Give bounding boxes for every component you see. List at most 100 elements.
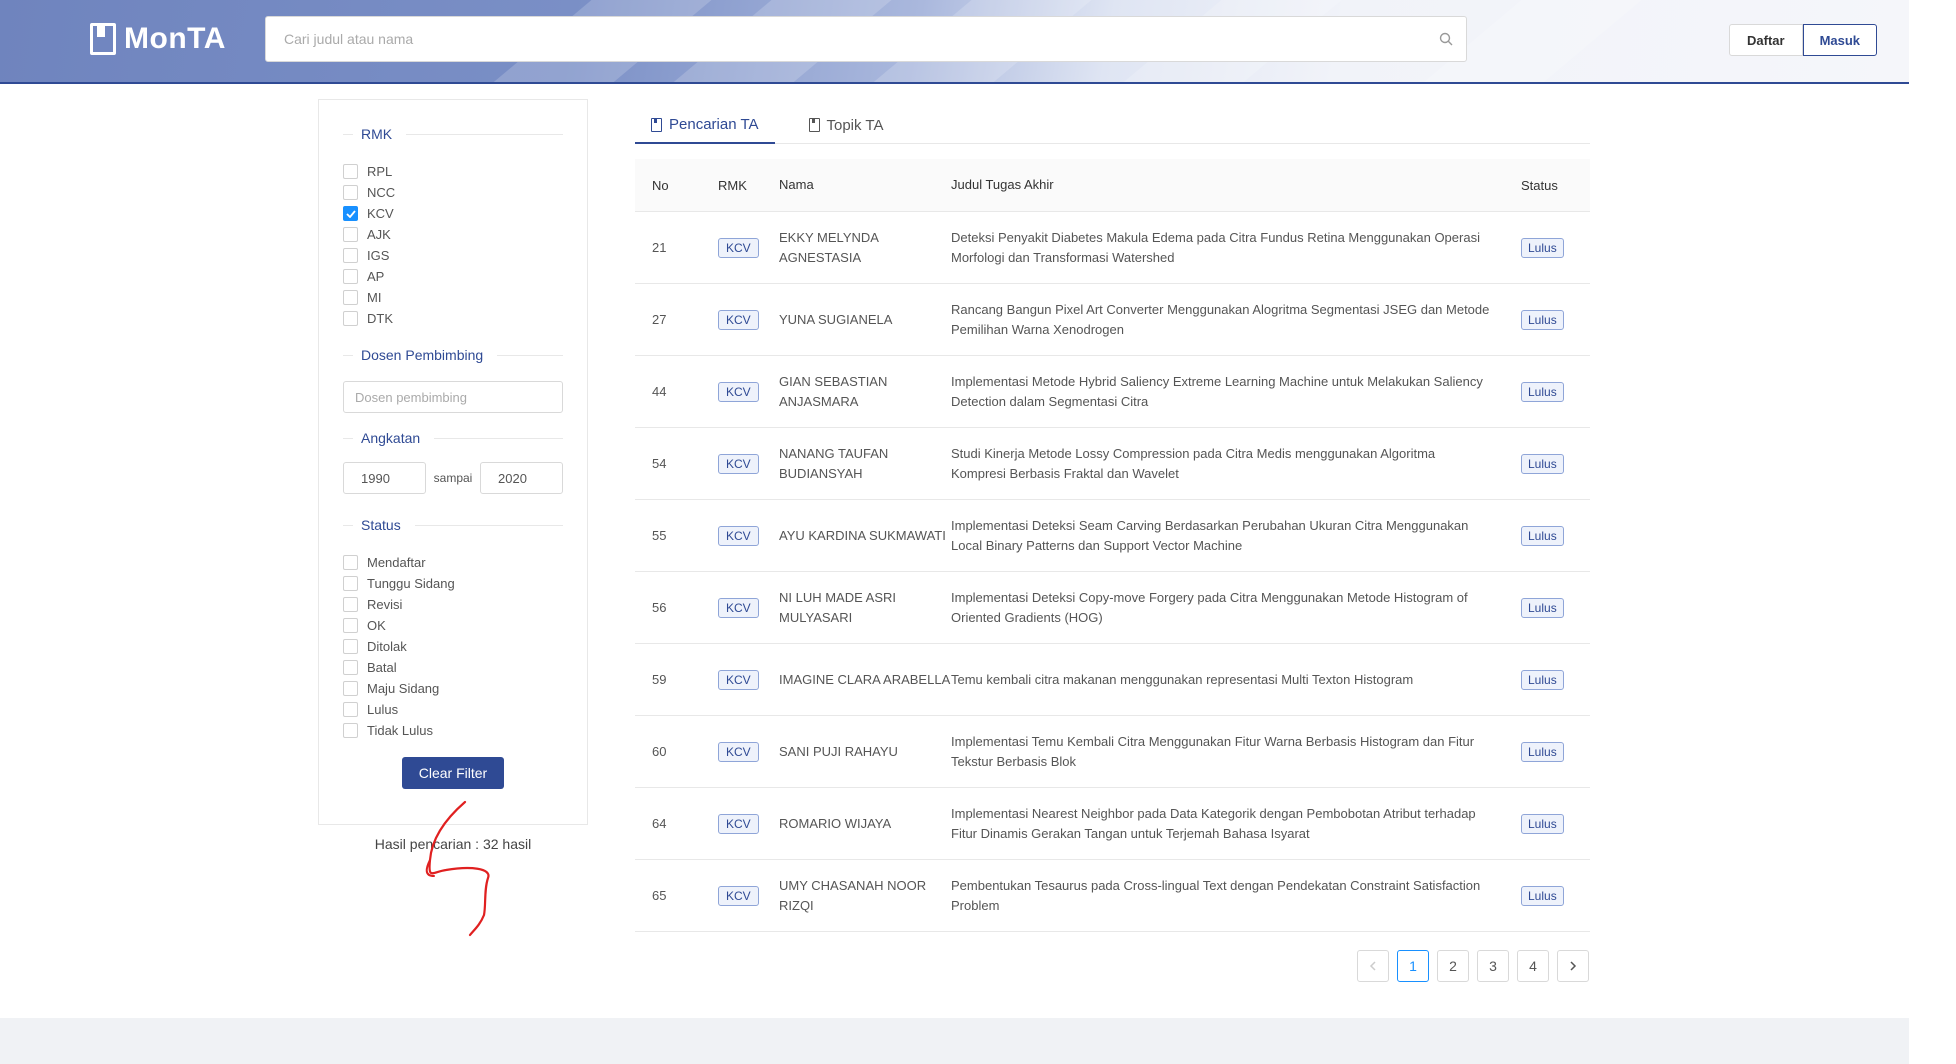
rmk-checkbox[interactable] <box>343 164 358 179</box>
cell-rmk: KCV <box>701 381 779 402</box>
clear-filter-button[interactable]: Clear Filter <box>402 757 504 789</box>
status-option[interactable]: Maju Sidang <box>343 678 587 699</box>
tab-label: Pencarian TA <box>669 116 759 133</box>
angkatan-from-input[interactable]: 1990 <box>343 462 426 494</box>
login-button[interactable]: Masuk <box>1802 24 1878 56</box>
page-2-button[interactable]: 2 <box>1437 950 1469 982</box>
cell-status: Lulus <box>1521 453 1590 474</box>
status-checkbox[interactable] <box>343 723 358 738</box>
status-checkbox[interactable] <box>343 618 358 633</box>
cell-judul[interactable]: Temu kembali citra makanan menggunakan r… <box>951 670 1521 690</box>
cell-judul[interactable]: Pembentukan Tesaurus pada Cross-lingual … <box>951 876 1521 916</box>
status-tag: Lulus <box>1521 525 1564 546</box>
status-checkbox[interactable] <box>343 639 358 654</box>
status-checkbox[interactable] <box>343 555 358 570</box>
rmk-tag: KCV <box>718 813 759 834</box>
check-icon <box>345 209 356 218</box>
rmk-checkbox[interactable] <box>343 227 358 242</box>
cell-judul[interactable]: Implementasi Nearest Neighbor pada Data … <box>951 804 1521 844</box>
cell-status: Lulus <box>1521 741 1590 762</box>
table-row[interactable]: 44 KCV GIAN SEBASTIAN ANJASMARA Implementas… <box>635 356 1590 428</box>
cell-rmk: KCV <box>701 453 779 474</box>
dosen-input[interactable] <box>344 389 562 405</box>
prev-page-button[interactable] <box>1357 950 1389 982</box>
rmk-checkbox[interactable] <box>343 269 358 284</box>
rmk-option[interactable]: IGS <box>343 245 587 266</box>
status-title-text: Status <box>361 517 401 533</box>
table-row[interactable]: 65 KCV UMY CHASANAH NOOR RIZQI Pembentukan … <box>635 860 1590 932</box>
rmk-checkbox-list: RPL NCC KCV AJK IGS AP MI DTK <box>343 161 587 329</box>
cell-judul[interactable]: Deteksi Penyakit Diabetes Makula Edema p… <box>951 228 1521 268</box>
angkatan-to-input[interactable]: 2020 <box>480 462 563 494</box>
column-header-judul[interactable]: Judul Tugas Akhir <box>951 175 1521 195</box>
rmk-tag: KCV <box>718 237 759 258</box>
cell-judul[interactable]: Implementasi Temu Kembali Citra Mengguna… <box>951 732 1521 772</box>
rmk-checkbox[interactable] <box>343 290 358 305</box>
status-checkbox[interactable] <box>343 660 358 675</box>
rmk-option[interactable]: KCV <box>343 203 587 224</box>
rmk-label: DTK <box>367 311 393 326</box>
next-page-button[interactable] <box>1557 950 1589 982</box>
status-option[interactable]: OK <box>343 615 587 636</box>
table-row[interactable]: 56 KCV NI LUH MADE ASRI MULYASARI Implement… <box>635 572 1590 644</box>
table-row[interactable]: 60 KCV SANI PUJI RAHAYU Implementasi Temu K… <box>635 716 1590 788</box>
cell-judul[interactable]: Studi Kinerja Metode Lossy Compression p… <box>951 444 1521 484</box>
status-checkbox[interactable] <box>343 597 358 612</box>
chevron-right-icon <box>1570 961 1577 971</box>
table-row[interactable]: 27 KCV YUNA SUGIANELA Rancang Bangun Pixel … <box>635 284 1590 356</box>
status-checkbox[interactable] <box>343 681 358 696</box>
status-option[interactable]: Batal <box>343 657 587 678</box>
page-3-button[interactable]: 3 <box>1477 950 1509 982</box>
status-option[interactable]: Ditolak <box>343 636 587 657</box>
table-row[interactable]: 21 KCV EKKY MELYNDA AGNESTASIA Deteksi Peny… <box>635 212 1590 284</box>
thesis-table: No RMK Nama Judul Tugas Akhir Status 21 K… <box>635 159 1590 932</box>
status-label: Tunggu Sidang <box>367 576 455 591</box>
status-option[interactable]: Lulus <box>343 699 587 720</box>
column-header-rmk[interactable]: RMK <box>701 178 779 193</box>
result-count: Hasil pencarian : 32 hasil <box>374 836 532 852</box>
rmk-option[interactable]: DTK <box>343 308 587 329</box>
cell-status: Lulus <box>1521 309 1590 330</box>
status-checkbox[interactable] <box>343 702 358 717</box>
column-header-no[interactable]: No <box>635 178 701 193</box>
table-row[interactable]: 55 KCV AYU KARDINA SUKMAWATI Implementasi D… <box>635 500 1590 572</box>
tab-pencarian-ta[interactable]: Pencarian TA <box>635 107 775 144</box>
rmk-checkbox[interactable] <box>343 248 358 263</box>
tab-topik-ta[interactable]: Topik TA <box>793 107 900 143</box>
rmk-checkbox[interactable] <box>343 206 358 221</box>
page-4-button[interactable]: 4 <box>1517 950 1549 982</box>
page-1-button[interactable]: 1 <box>1397 950 1429 982</box>
register-button[interactable]: Daftar <box>1729 24 1803 56</box>
status-option[interactable]: Mendaftar <box>343 552 587 573</box>
rmk-option[interactable]: AJK <box>343 224 587 245</box>
search-icon[interactable] <box>1426 32 1466 46</box>
cell-nama: GIAN SEBASTIAN ANJASMARA <box>779 373 888 409</box>
rmk-option[interactable]: RPL <box>343 161 587 182</box>
cell-judul[interactable]: Implementasi Metode Hybrid Saliency Extr… <box>951 372 1521 412</box>
rmk-checkbox[interactable] <box>343 311 358 326</box>
cell-judul[interactable]: Implementasi Deteksi Seam Carving Berdas… <box>951 516 1521 556</box>
rmk-option[interactable]: AP <box>343 266 587 287</box>
status-checkbox[interactable] <box>343 576 358 591</box>
rmk-option[interactable]: NCC <box>343 182 587 203</box>
column-header-nama[interactable]: Nama <box>779 175 951 195</box>
cell-judul[interactable]: Rancang Bangun Pixel Art Converter Mengg… <box>951 300 1521 340</box>
app-logo[interactable]: MonTA <box>90 22 226 56</box>
column-header-status[interactable]: Status <box>1521 178 1590 193</box>
cell-judul[interactable]: Implementasi Deteksi Copy-move Forgery p… <box>951 588 1521 628</box>
cell-no: 56 <box>652 600 667 615</box>
status-label: Batal <box>367 660 397 675</box>
table-row[interactable]: 54 KCV NANANG TAUFAN BUDIANSYAH Studi Kiner… <box>635 428 1590 500</box>
search-input[interactable] <box>266 17 1426 61</box>
status-option[interactable]: Tunggu Sidang <box>343 573 587 594</box>
status-tag: Lulus <box>1521 741 1564 762</box>
status-option[interactable]: Tidak Lulus <box>343 720 587 741</box>
rmk-option[interactable]: MI <box>343 287 587 308</box>
status-option[interactable]: Revisi <box>343 594 587 615</box>
table-row[interactable]: 64 KCV ROMARIO WIJAYA Implementasi Nearest … <box>635 788 1590 860</box>
rmk-checkbox[interactable] <box>343 185 358 200</box>
table-row[interactable]: 59 KCV IMAGINE CLARA ARABELLA Temu kembali … <box>635 644 1590 716</box>
rmk-tag: KCV <box>718 381 759 402</box>
cell-nama: ROMARIO WIJAYA <box>779 815 892 831</box>
rmk-tag: KCV <box>718 453 759 474</box>
